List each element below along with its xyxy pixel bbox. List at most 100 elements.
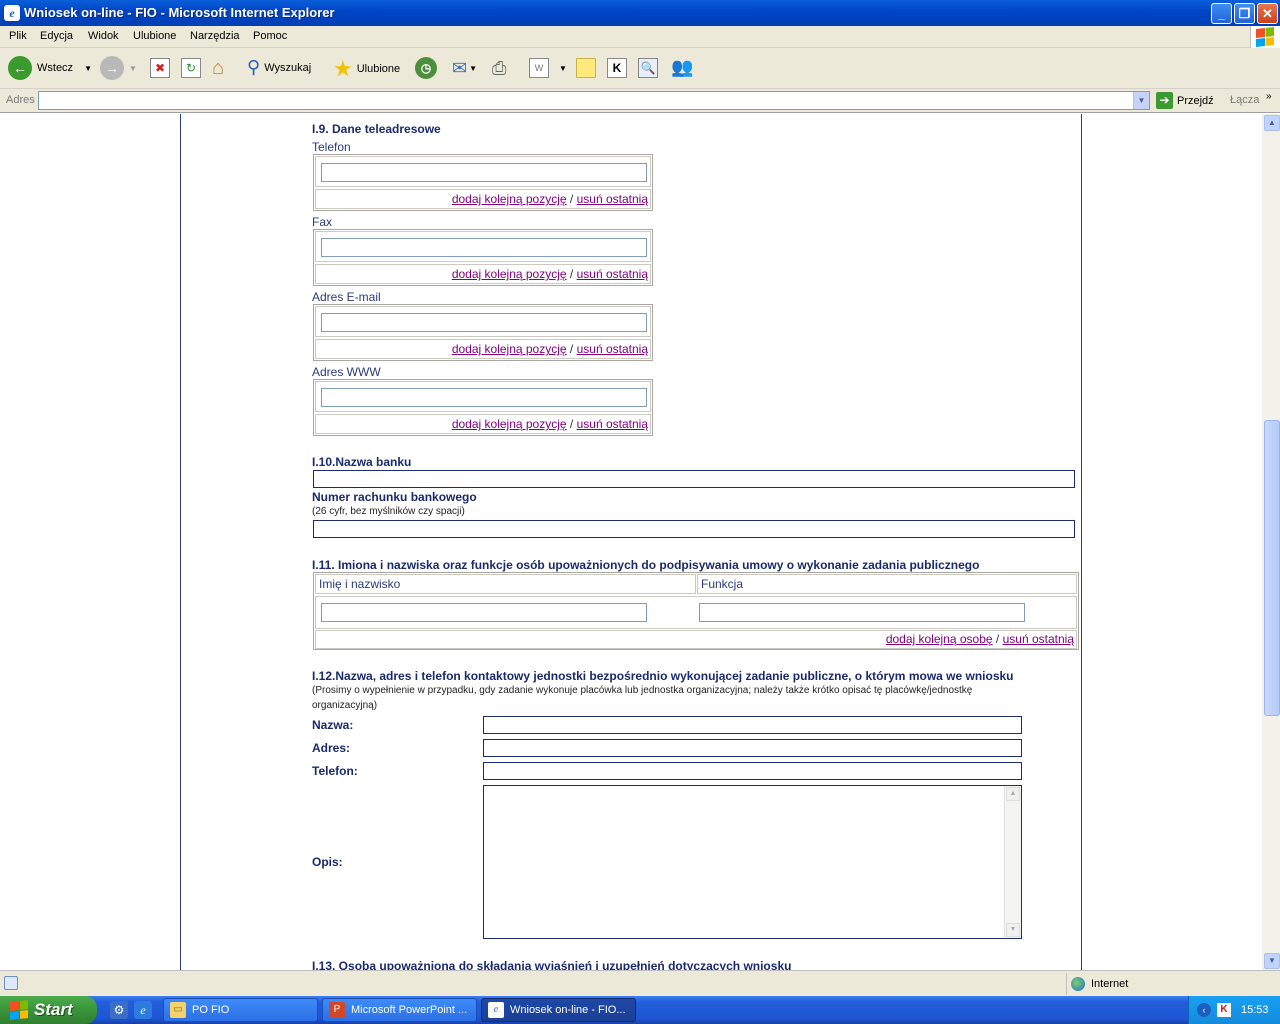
page-viewport: I.9. Dane teleadresowe Telefon dodaj kol… <box>0 114 1262 970</box>
edit-dropdown-icon[interactable]: ▼ <box>559 64 567 73</box>
person-name-input[interactable] <box>321 603 647 622</box>
fax-add-link[interactable]: dodaj kolejną pozycję <box>452 267 567 281</box>
quicklaunch-explorer-icon[interactable]: ⚙ <box>110 1001 128 1019</box>
fax-box: dodaj kolejną pozycję / usuń ostatnią <box>313 229 653 286</box>
phone-remove-link[interactable]: usuń ostatnią <box>577 192 648 206</box>
history-button[interactable]: ◷ <box>415 57 437 79</box>
history-icon: ◷ <box>415 57 437 79</box>
window-title: Wniosek on-line - FIO - Microsoft Intern… <box>24 5 335 20</box>
search-button[interactable]: ⚲ Wyszukaj <box>247 57 311 78</box>
tray-arrow-icon[interactable]: ‹ <box>1197 1003 1211 1017</box>
remove-person-link[interactable]: usuń ostatnią <box>1003 632 1074 646</box>
person-function-input[interactable] <box>699 603 1025 622</box>
separator: / <box>569 267 574 281</box>
quicklaunch-ie-icon[interactable]: e <box>134 1001 152 1019</box>
stop-icon: ✖ <box>150 58 170 78</box>
minimize-button[interactable]: _ <box>1211 3 1232 24</box>
favorites-button[interactable]: ★ Ulubione <box>333 56 400 82</box>
email-input[interactable] <box>321 313 647 332</box>
research-button[interactable]: 🔍 <box>638 58 658 78</box>
textarea-scroll-down-icon[interactable]: ▼ <box>1006 923 1020 937</box>
links-chevron-icon[interactable]: » <box>1266 91 1272 102</box>
windows-logo-icon <box>1250 26 1280 48</box>
unit-phone-input[interactable] <box>483 762 1022 780</box>
scroll-up-icon[interactable]: ▲ <box>1264 115 1280 131</box>
close-button[interactable]: ✕ <box>1257 3 1278 24</box>
unit-address-label: Adres: <box>312 741 351 755</box>
add-person-link[interactable]: dodaj kolejną osobę <box>886 632 993 646</box>
menu-edycja[interactable]: Edycja <box>40 30 73 42</box>
email-add-link[interactable]: dodaj kolejną pozycję <box>452 342 567 356</box>
printer-icon: ⎙ <box>492 58 507 78</box>
menu-narzedzia[interactable]: Narzędzia <box>190 30 240 42</box>
menu-pomoc[interactable]: Pomoc <box>253 30 287 42</box>
k-button[interactable]: K <box>607 58 627 78</box>
page-status-icon <box>4 976 18 990</box>
stop-button[interactable]: ✖ <box>150 58 170 78</box>
www-box: dodaj kolejną pozycję / usuń ostatnią <box>313 379 653 436</box>
security-zone: Internet <box>1066 973 1280 995</box>
kaspersky-icon[interactable]: K <box>1217 1003 1231 1017</box>
ie-task-icon: e <box>488 1002 504 1018</box>
fax-remove-link[interactable]: usuń ostatnią <box>577 267 648 281</box>
page-scrollbar[interactable]: ▲ ▼ <box>1262 114 1280 970</box>
section-12-note-1: (Prosimy o wypełnienie w przypadku, gdy … <box>312 685 973 696</box>
fax-input[interactable] <box>321 238 647 257</box>
person-actions-row: dodaj kolejną osobę / usuń ostatnią <box>315 630 1077 649</box>
unit-name-label: Nazwa: <box>312 718 354 732</box>
address-input[interactable]: ▼ <box>38 91 1150 110</box>
home-button[interactable]: ⌂ <box>212 57 224 80</box>
account-note: (26 cyfr, bez myślników czy spacji) <box>312 506 465 517</box>
www-add-link[interactable]: dodaj kolejną pozycję <box>452 417 567 431</box>
task-powerpoint[interactable]: P Microsoft PowerPoint ... <box>322 998 477 1022</box>
mail-button[interactable]: ✉ ▼ <box>452 58 477 79</box>
www-remove-link[interactable]: usuń ostatnią <box>577 417 648 431</box>
email-remove-link[interactable]: usuń ostatnią <box>577 342 648 356</box>
menu-plik[interactable]: Plik <box>9 30 27 42</box>
sticky-note-icon <box>576 58 596 78</box>
task-ie-wniosek[interactable]: e Wniosek on-line - FIO... <box>481 998 636 1022</box>
www-input[interactable] <box>321 388 647 407</box>
separator: / <box>569 417 574 431</box>
task-po-fio[interactable]: ▭ PO FIO <box>163 998 318 1022</box>
back-arrow-icon: ← <box>8 56 32 80</box>
mail-dropdown-icon[interactable]: ▼ <box>469 64 477 73</box>
account-number-input[interactable] <box>313 520 1075 538</box>
back-dropdown-icon[interactable]: ▼ <box>84 64 92 73</box>
go-button[interactable]: ➔ Przejdź <box>1156 92 1214 109</box>
unit-description-textarea[interactable]: ▲ ▼ <box>483 785 1022 939</box>
messenger-button[interactable]: 👥 <box>671 57 693 78</box>
textarea-scrollbar[interactable]: ▲ ▼ <box>1004 786 1021 938</box>
maximize-button[interactable]: ❐ <box>1234 3 1255 24</box>
unit-name-input[interactable] <box>483 716 1022 734</box>
scroll-thumb[interactable] <box>1264 420 1280 716</box>
back-button[interactable]: ← Wstecz ▼ <box>8 56 92 80</box>
authorized-persons-table: Imię i nazwisko Funkcja dodaj kolejną os… <box>313 572 1079 650</box>
bank-name-input[interactable] <box>313 470 1075 488</box>
fax-label: Fax <box>312 215 333 229</box>
address-dropdown-icon[interactable]: ▼ <box>1133 92 1149 109</box>
unit-address-input[interactable] <box>483 739 1022 757</box>
messenger-icon: 👥 <box>671 57 694 77</box>
forward-arrow-icon: → <box>100 56 124 80</box>
links-label[interactable]: Łącza <box>1230 94 1259 106</box>
menu-ulubione[interactable]: Ulubione <box>133 30 176 42</box>
start-button[interactable]: Start <box>0 996 97 1024</box>
system-tray: ‹ K 15:53 <box>1188 996 1280 1024</box>
textarea-scroll-up-icon[interactable]: ▲ <box>1006 787 1020 801</box>
print-button[interactable]: ⎙ <box>492 58 506 79</box>
edit-button[interactable]: W ▼ <box>529 58 567 78</box>
star-icon: ★ <box>333 56 353 81</box>
taskbar: Start ⚙ e ▭ PO FIO P Microsoft PowerPoin… <box>0 996 1280 1024</box>
forward-button[interactable]: → ▼ <box>100 56 137 80</box>
refresh-button[interactable]: ↻ <box>181 58 201 78</box>
scroll-down-icon[interactable]: ▼ <box>1264 953 1280 969</box>
notes-button[interactable] <box>576 58 596 78</box>
menu-widok[interactable]: Widok <box>88 30 119 42</box>
status-bar: Internet <box>0 970 1280 996</box>
phone-add-link[interactable]: dodaj kolejną pozycję <box>452 192 567 206</box>
unit-phone-label: Telefon: <box>312 764 358 778</box>
forward-dropdown-icon[interactable]: ▼ <box>129 64 137 73</box>
ie-icon: e <box>4 5 20 21</box>
phone-input[interactable] <box>321 163 647 182</box>
